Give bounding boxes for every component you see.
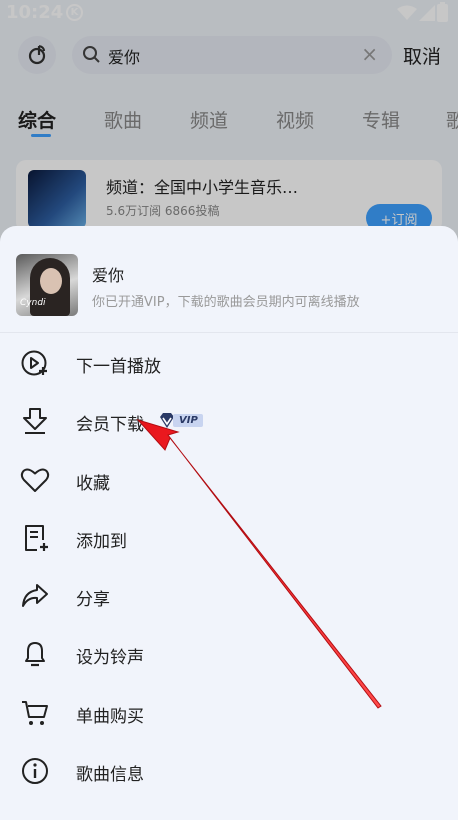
menu-item-label: 歌曲信息 (76, 765, 144, 786)
download-icon (23, 408, 47, 435)
menu-item-share[interactable]: 分享 (0, 567, 458, 625)
album-cover: Cyndi (16, 254, 78, 316)
menu-item-label: 单曲购买 (76, 706, 144, 727)
vip-badge-text: VIP (173, 414, 203, 428)
cover-face (40, 268, 62, 294)
play-next-icon (21, 350, 47, 376)
menu-item-song-info[interactable]: 歌曲信息 (0, 742, 458, 800)
cover-signature: Cyndi (20, 298, 46, 308)
menu-item-play-next[interactable]: 下一首播放 (0, 334, 458, 392)
song-header: Cyndi 爱你 你已开通VIP，下载的歌曲会员期内可离线播放 (0, 226, 458, 333)
info-icon (22, 758, 48, 785)
menu-item-buy-single[interactable]: 单曲购买 (0, 684, 458, 742)
heart-icon (20, 468, 50, 492)
action-menu: 下一首播放 会员下载 VIP 收藏 添加到 分享 设为铃声 单曲购买 歌曲信息 (0, 334, 458, 800)
share-icon (22, 584, 48, 608)
cart-icon (22, 700, 48, 725)
action-sheet: Cyndi 爱你 你已开通VIP，下载的歌曲会员期内可离线播放 下一首播放 会员… (0, 226, 458, 820)
menu-item-favorite[interactable]: 收藏 (0, 451, 458, 509)
menu-item-label: 设为铃声 (76, 648, 144, 669)
menu-item-add-to[interactable]: 添加到 (0, 509, 458, 567)
add-to-list-icon (25, 524, 48, 551)
menu-item-label: 添加到 (76, 531, 127, 552)
menu-item-label: 分享 (76, 590, 110, 611)
song-subtitle: 你已开通VIP，下载的歌曲会员期内可离线播放 (92, 295, 360, 310)
menu-item-ringtone[interactable]: 设为铃声 (0, 625, 458, 683)
vip-badge: VIP (158, 412, 203, 429)
menu-item-vip-download[interactable]: 会员下载 VIP (0, 392, 458, 450)
menu-item-label: 收藏 (76, 473, 110, 494)
menu-item-label: 会员下载 (76, 415, 144, 436)
menu-item-label: 下一首播放 (76, 357, 161, 377)
bell-icon (25, 642, 45, 667)
song-title: 爱你 (92, 266, 125, 285)
